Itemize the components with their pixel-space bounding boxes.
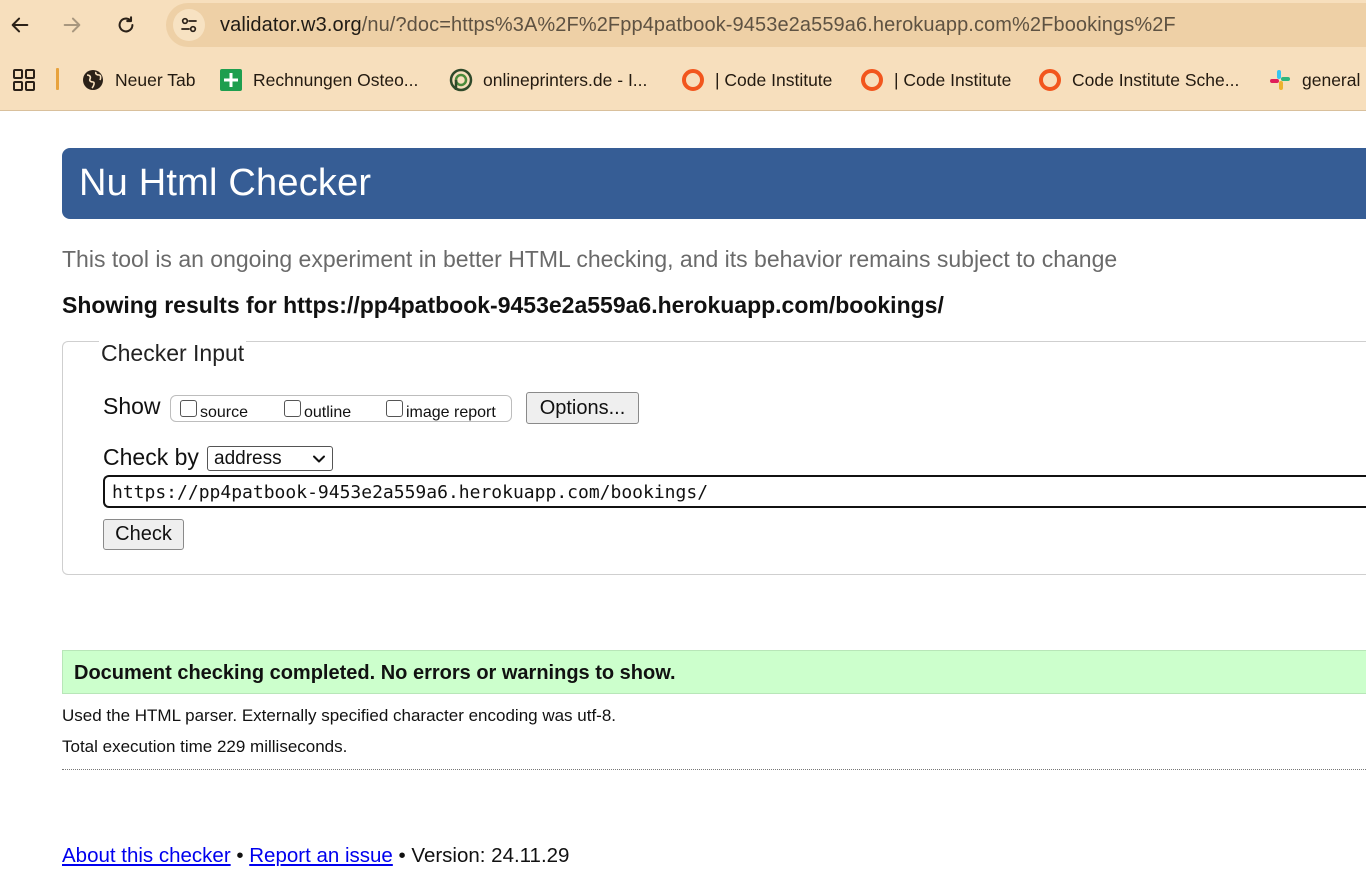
about-link[interactable]: About this checker bbox=[62, 844, 231, 867]
bookmark-neuer-tab[interactable]: Neuer Tab bbox=[81, 66, 195, 94]
code-institute-icon bbox=[681, 68, 705, 92]
checkbox-box[interactable] bbox=[180, 399, 197, 417]
arrow-left-icon bbox=[11, 17, 29, 33]
show-source-checkbox[interactable]: source bbox=[180, 398, 248, 422]
bookmark-label: | Code Institute bbox=[894, 69, 1012, 90]
forward-button[interactable] bbox=[54, 7, 90, 43]
code-institute-icon bbox=[860, 68, 884, 92]
show-options-group: source outline image report bbox=[170, 395, 512, 422]
url-host: validator.w3.org bbox=[220, 14, 362, 36]
slack-icon bbox=[1268, 68, 1292, 92]
checkbox-label: image report bbox=[406, 404, 496, 421]
code-institute-icon bbox=[1038, 68, 1062, 92]
version-text: Version: 24.11.29 bbox=[411, 844, 570, 867]
reload-button[interactable] bbox=[108, 7, 144, 43]
checkbox-box[interactable] bbox=[284, 399, 301, 417]
sheets-icon bbox=[219, 68, 243, 92]
bookmark-code-institute-2[interactable]: | Code Institute bbox=[860, 66, 1011, 94]
success-message: Document checking completed. No errors o… bbox=[74, 662, 676, 684]
checkbox-label: source bbox=[200, 404, 249, 421]
arrow-right-icon bbox=[63, 17, 81, 33]
divider bbox=[62, 769, 1366, 770]
check-button[interactable]: Check bbox=[103, 519, 184, 550]
bookmark-code-institute-1[interactable]: | Code Institute bbox=[681, 66, 832, 94]
address-bar[interactable]: validator.w3.org/nu/?doc=https%3A%2F%2Fp… bbox=[166, 3, 1366, 47]
chevron-down-icon bbox=[313, 455, 325, 463]
bookmark-slack-general[interactable]: general bbox=[1268, 66, 1360, 94]
bookmarks-bar: Neuer Tab Rechnungen Osteo... onlineprin… bbox=[0, 58, 1366, 102]
bookmark-label: Rechnungen Osteo... bbox=[253, 69, 419, 90]
bookmark-label: Neuer Tab bbox=[115, 69, 196, 90]
bookmark-code-institute-schedule[interactable]: Code Institute Sche... bbox=[1038, 66, 1239, 94]
results-heading: Showing results for https://pp4patbook-9… bbox=[62, 292, 944, 318]
checkbox-label: outline bbox=[304, 404, 352, 421]
check-by-label: Check by bbox=[103, 444, 199, 470]
globe-icon bbox=[81, 68, 105, 92]
show-outline-checkbox[interactable]: outline bbox=[284, 398, 351, 422]
show-label: Show bbox=[103, 393, 161, 419]
check-by-select[interactable]: address bbox=[207, 446, 333, 471]
site-info-button[interactable] bbox=[173, 9, 205, 41]
bookmark-rechnungen[interactable]: Rechnungen Osteo... bbox=[219, 66, 418, 94]
footer-separator: • bbox=[230, 844, 250, 867]
url-path: /nu/?doc=https%3A%2F%2Fpp4patbook-9453e2… bbox=[361, 14, 1176, 36]
success-message-box: Document checking completed. No errors o… bbox=[62, 650, 1366, 694]
check-by-value: address bbox=[214, 447, 282, 469]
url-text[interactable]: validator.w3.org/nu/?doc=https%3A%2F%2Fp… bbox=[220, 14, 1176, 37]
checkbox-box[interactable] bbox=[386, 399, 403, 417]
reload-icon bbox=[118, 16, 134, 33]
bookmark-label: onlineprinters.de - I... bbox=[483, 69, 648, 90]
onlineprinters-icon bbox=[449, 68, 473, 92]
checker-input-fieldset: Checker Input Show source outline image … bbox=[62, 340, 1366, 575]
options-button[interactable]: Options... bbox=[526, 392, 639, 424]
browser-chrome: validator.w3.org/nu/?doc=https%3A%2F%2Fp… bbox=[0, 0, 1366, 111]
report-issue-link[interactable]: Report an issue bbox=[249, 844, 393, 867]
page-banner: Nu Html Checker bbox=[62, 148, 1366, 219]
apps-grid-icon[interactable] bbox=[12, 68, 36, 92]
show-image-report-checkbox[interactable]: image report bbox=[386, 398, 496, 422]
address-input[interactable]: https://pp4patbook-9453e2a559a6.herokuap… bbox=[103, 475, 1366, 508]
parser-details: Used the HTML parser. Externally specifi… bbox=[62, 706, 617, 725]
checker-input-legend: Checker Input bbox=[99, 340, 247, 367]
bookmarks-separator bbox=[56, 68, 59, 90]
footer-separator: • bbox=[392, 844, 412, 867]
bookmark-onlineprinters[interactable]: onlineprinters.de - I... bbox=[449, 66, 647, 94]
intro-text: This tool is an ongoing experiment in be… bbox=[62, 246, 1118, 272]
execution-time: Total execution time 229 milliseconds. bbox=[62, 737, 348, 756]
bookmark-label: Code Institute Sche... bbox=[1072, 69, 1240, 90]
bookmark-label: general bbox=[1302, 69, 1361, 90]
tune-icon bbox=[181, 17, 197, 33]
back-button[interactable] bbox=[2, 7, 38, 43]
footer: About this checker • Report an issue • V… bbox=[62, 844, 569, 868]
page-title: Nu Html Checker bbox=[79, 162, 372, 204]
bookmark-label: | Code Institute bbox=[715, 69, 833, 90]
